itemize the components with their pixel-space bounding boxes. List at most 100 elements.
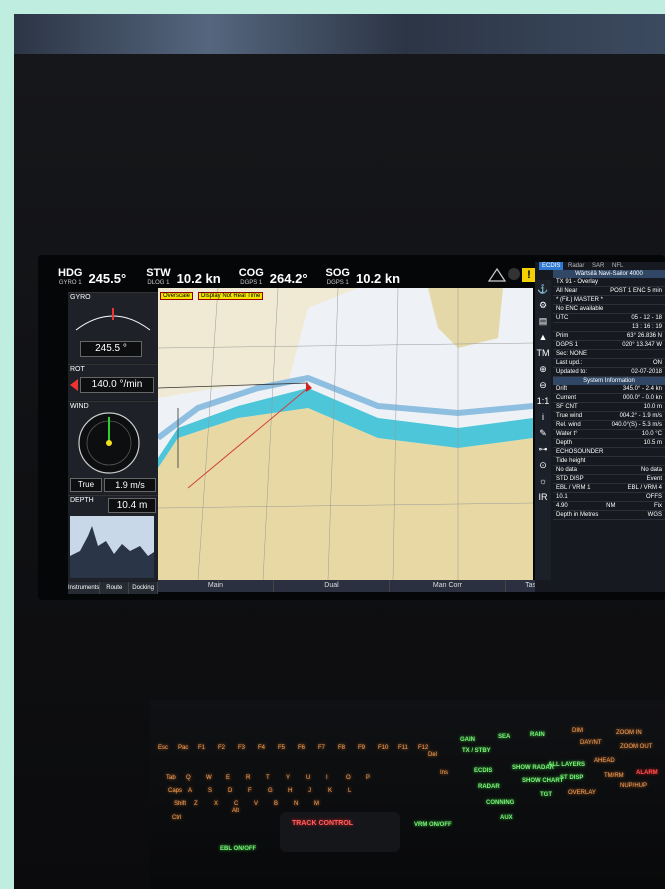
- key-st-disp[interactable]: ST DISP: [560, 775, 583, 781]
- key-f9[interactable]: F9: [358, 745, 365, 751]
- key-m[interactable]: M: [314, 801, 319, 807]
- key-aux[interactable]: AUX: [500, 815, 513, 821]
- key-zoom-out[interactable]: ZOOM OUT: [620, 744, 652, 750]
- key-k[interactable]: K: [328, 788, 332, 794]
- key-j[interactable]: J: [308, 788, 311, 794]
- ebl-vrm-1[interactable]: EBL / VRM 1: [556, 485, 590, 491]
- key-day-nt[interactable]: DAY/NT: [580, 740, 602, 746]
- ebl-vrm-4[interactable]: EBL / VRM 4: [628, 485, 662, 491]
- key-x[interactable]: X: [214, 801, 218, 807]
- key-caps[interactable]: Caps: [168, 788, 182, 794]
- key-del[interactable]: Del: [428, 752, 437, 758]
- key-alt[interactable]: Alt: [232, 808, 239, 814]
- key-f8[interactable]: F8: [338, 745, 345, 751]
- key-o[interactable]: O: [346, 775, 351, 781]
- key-radar[interactable]: RADAR: [478, 784, 500, 790]
- fix-button[interactable]: Fix: [654, 503, 662, 509]
- key-l[interactable]: L: [348, 788, 351, 794]
- key-overlay[interactable]: OVERLAY: [568, 790, 596, 796]
- mode-radar[interactable]: Radar: [565, 262, 587, 270]
- tab-route[interactable]: Route: [100, 582, 130, 594]
- key-e[interactable]: E: [226, 775, 230, 781]
- key-ahead[interactable]: AHEAD: [594, 758, 615, 764]
- key-tab[interactable]: Tab: [166, 775, 176, 781]
- key-tm-rm[interactable]: TM/RM: [604, 773, 624, 779]
- key-n[interactable]: N: [294, 801, 298, 807]
- zoom-out-icon[interactable]: ⊖: [536, 378, 550, 392]
- chart-canvas[interactable]: [158, 288, 533, 580]
- key-v[interactable]: V: [254, 801, 258, 807]
- settings-icon[interactable]: ⚙: [536, 298, 550, 312]
- key-sea[interactable]: SEA: [498, 734, 510, 740]
- zoom-in-icon[interactable]: ⊕: [536, 362, 550, 376]
- key-zoom-in[interactable]: ZOOM IN: [616, 730, 642, 736]
- ebl-value[interactable]: 10.1: [556, 494, 568, 500]
- scale-1-1-button[interactable]: 1:1: [536, 394, 550, 408]
- key-all-layers[interactable]: ALL LAYERS: [548, 762, 585, 768]
- tab-main[interactable]: Main: [158, 580, 274, 592]
- key-b[interactable]: B: [274, 801, 278, 807]
- key-vrm-on-off[interactable]: VRM ON/OFF: [414, 822, 452, 828]
- key-w[interactable]: W: [206, 775, 212, 781]
- key-f4[interactable]: F4: [258, 745, 265, 751]
- key-rain[interactable]: RAIN: [530, 732, 545, 738]
- key-f11[interactable]: F11: [398, 745, 408, 751]
- system-info-header[interactable]: System Information: [553, 377, 665, 385]
- key-f[interactable]: F: [248, 788, 252, 794]
- key-s[interactable]: S: [208, 788, 212, 794]
- key-t[interactable]: T: [266, 775, 270, 781]
- vrm-value[interactable]: 4.90: [556, 503, 568, 509]
- key-ins[interactable]: Ins: [440, 770, 448, 776]
- target-icon[interactable]: ⊙: [536, 458, 550, 472]
- event-button[interactable]: Event: [647, 476, 662, 482]
- status-circle-icon[interactable]: [508, 268, 520, 280]
- anchor-icon[interactable]: ⚓: [536, 282, 550, 296]
- key-r[interactable]: R: [246, 775, 250, 781]
- key-i[interactable]: I: [326, 775, 328, 781]
- tab-man-corr[interactable]: Man Corr: [390, 580, 506, 592]
- key-d[interactable]: D: [228, 788, 232, 794]
- std-disp-button[interactable]: STD DISP: [556, 476, 584, 482]
- mode-ecdis[interactable]: ECDIS: [539, 262, 564, 270]
- key-f3[interactable]: F3: [238, 745, 245, 751]
- key-f6[interactable]: F6: [298, 745, 305, 751]
- info-icon[interactable]: i: [536, 410, 550, 424]
- key-pac[interactable]: Pac: [178, 745, 188, 751]
- pencil-icon[interactable]: ✎: [536, 426, 550, 440]
- key-y[interactable]: Y: [286, 775, 290, 781]
- offset-button[interactable]: OFFS: [646, 494, 662, 500]
- key-z[interactable]: Z: [194, 801, 198, 807]
- ir-button[interactable]: IR: [536, 490, 550, 504]
- key-f7[interactable]: F7: [318, 745, 325, 751]
- tm-mode-button[interactable]: TM: [536, 346, 550, 360]
- key-c[interactable]: C: [234, 801, 238, 807]
- tab-docking[interactable]: Docking: [129, 582, 159, 594]
- key-show-chart[interactable]: SHOW CHART: [522, 778, 563, 784]
- key-h[interactable]: H: [288, 788, 292, 794]
- key-f12[interactable]: F12: [418, 745, 428, 751]
- key-tx-stby[interactable]: TX / STBY: [462, 748, 491, 754]
- key-dim[interactable]: DIM: [572, 728, 583, 734]
- alarm-warning-icon[interactable]: !: [522, 268, 536, 282]
- mode-sar[interactable]: SAR: [589, 262, 607, 270]
- key-f2[interactable]: F2: [218, 745, 225, 751]
- key-p[interactable]: P: [366, 775, 370, 781]
- key-esc[interactable]: Esc: [158, 745, 168, 751]
- sun-icon[interactable]: ☼: [536, 474, 550, 488]
- overlay-row[interactable]: TX 91 - Overlay: [553, 278, 665, 287]
- key-tgt[interactable]: TGT: [540, 792, 552, 798]
- triangle-icon[interactable]: [488, 268, 506, 282]
- wind-mode-button[interactable]: True: [70, 478, 102, 492]
- trackball-area[interactable]: [280, 812, 400, 852]
- key-nup-hup[interactable]: NUP/HUP: [620, 783, 647, 789]
- key-f10[interactable]: F10: [378, 745, 388, 751]
- key-f1[interactable]: F1: [198, 745, 205, 751]
- key-alarm[interactable]: ALARM: [636, 770, 658, 776]
- key-ctrl[interactable]: Ctrl: [172, 815, 181, 821]
- key-u[interactable]: U: [306, 775, 310, 781]
- ruler-icon[interactable]: ⊶: [536, 442, 550, 456]
- electronic-chart[interactable]: Overscale Display Not Real Time: [158, 288, 533, 580]
- key-ecdis[interactable]: ECDIS: [474, 768, 492, 774]
- key-gain[interactable]: GAIN: [460, 737, 475, 743]
- navigation-arrow-icon[interactable]: ▲: [536, 330, 550, 344]
